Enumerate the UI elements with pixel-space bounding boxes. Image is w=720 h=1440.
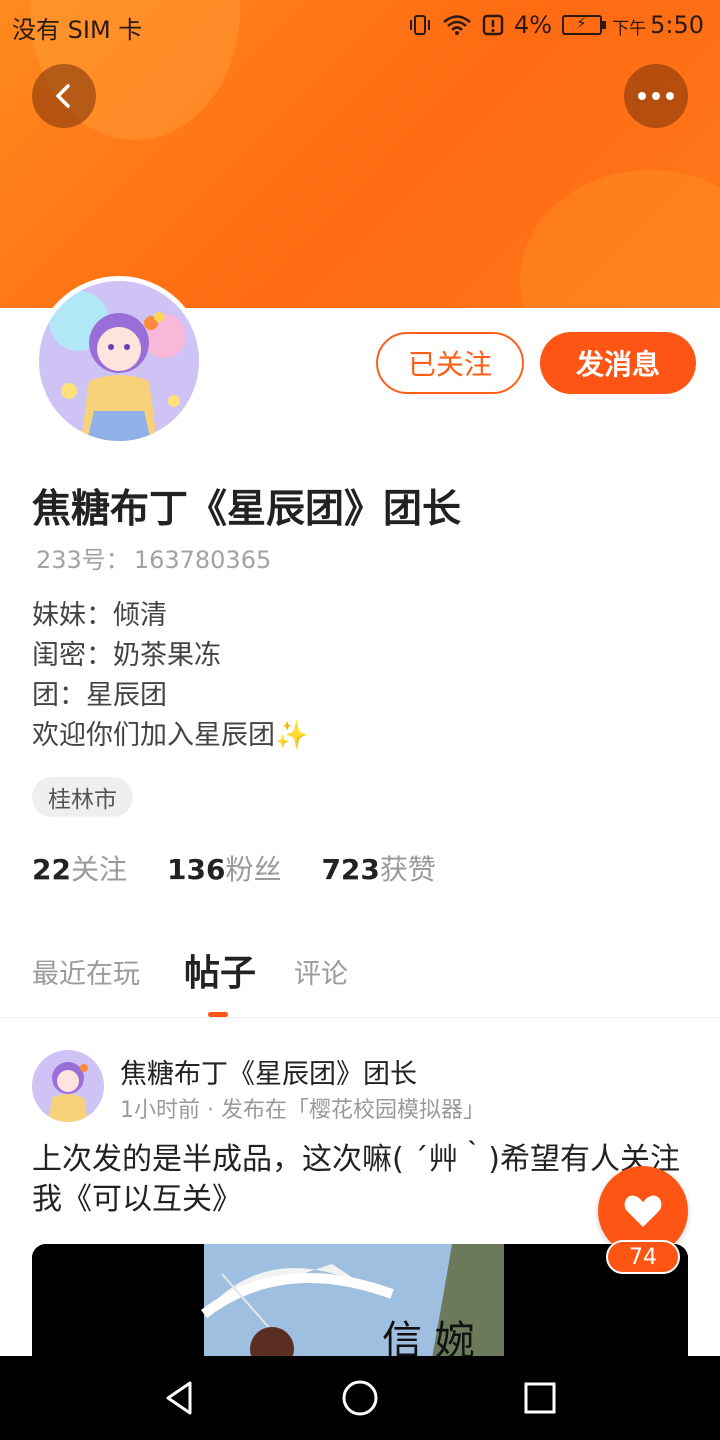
nav-home-button[interactable] [338, 1376, 382, 1420]
vibrate-icon [410, 14, 431, 35]
followed-button[interactable]: 已关注 [376, 332, 524, 394]
bio-line: 欢迎你们加入星辰团 [32, 720, 275, 751]
stat-number: 723 [321, 853, 380, 886]
profile-bio: 妹妹：倾清 闺密：奶茶果冻 团：星辰团 欢迎你们加入星辰团✨ [32, 596, 309, 756]
carrier-text: 没有 SIM 卡 [12, 16, 143, 44]
tab-posts[interactable]: 帖子 [184, 944, 256, 996]
bio-line: 团：星辰团 [32, 680, 167, 711]
user-id-value: 163780365 [133, 546, 272, 574]
user-id: 233号： 163780365 [32, 540, 271, 575]
profile-tabs: 最近在玩 帖子 评论 [0, 940, 720, 1018]
location-tag[interactable]: 桂林市 [32, 777, 133, 817]
bio-line-last: 欢迎你们加入星辰团✨ [32, 716, 309, 756]
avatar[interactable] [34, 276, 204, 446]
more-dots-icon [638, 92, 674, 100]
square-recents-icon [524, 1382, 556, 1414]
stat-following[interactable]: 22关注 [32, 848, 127, 888]
back-button[interactable] [32, 64, 96, 128]
stat-likes[interactable]: 723获赞 [321, 848, 435, 888]
post-author-avatar[interactable] [32, 1050, 104, 1122]
post-text[interactable]: 上次发的是半成品，这次嘛( ´艸｀)希望有人关注我《可以互关》 [32, 1140, 692, 1220]
active-tab-indicator [208, 1012, 228, 1017]
post-avatar-image [32, 1050, 104, 1122]
send-message-button[interactable]: 发消息 [540, 332, 696, 394]
svg-text:信 婉: 信 婉 [382, 1318, 475, 1358]
user-id-label: 233号： [36, 546, 130, 574]
alert-icon [482, 14, 504, 35]
bio-line: 闺密：奶茶果冻 [32, 640, 221, 671]
time-ampm: 下午 [612, 19, 647, 39]
status-icons: 4% ⚡ 下午 5:50 [408, 10, 704, 39]
stat-number: 136 [166, 853, 226, 886]
stat-number: 22 [32, 853, 71, 886]
sparkle-icon: ✨ [275, 720, 309, 751]
tab-comments[interactable]: 评论 [294, 952, 348, 991]
banner-decoration [520, 170, 720, 310]
bio-line: 妹妹：倾清 [32, 600, 167, 631]
post-media[interactable]: 信 婉 [32, 1244, 688, 1358]
stat-label: 关注 [70, 853, 127, 886]
nav-back-button[interactable] [158, 1376, 202, 1420]
heart-icon [624, 1195, 662, 1227]
more-button[interactable] [624, 64, 688, 128]
stat-label: 获赞 [379, 853, 436, 886]
nav-recents-button[interactable] [518, 1376, 562, 1420]
wifi-icon [443, 14, 471, 35]
profile-stats: 22关注 136粉丝 723获赞 [32, 848, 436, 888]
triangle-back-icon [166, 1381, 192, 1415]
battery-percent: 4% [514, 10, 553, 39]
post-author-name[interactable]: 焦糖布丁《星辰团》团长 [120, 1052, 417, 1091]
battery-icon: ⚡ [562, 14, 607, 35]
stat-label: 粉丝 [225, 853, 282, 886]
avatar-image [39, 281, 199, 441]
clock: 5:50 [650, 10, 704, 39]
chevron-left-icon [56, 84, 70, 108]
post-image: 信 婉 [32, 1244, 688, 1358]
post-meta: 1小时前 · 发布在「樱花校园模拟器」 [120, 1098, 485, 1123]
profile-name: 焦糖布丁《星辰团》团长 [32, 487, 462, 532]
like-count: 74 [606, 1240, 680, 1274]
status-bar: 没有 SIM 卡 4% ⚡ 下午 5:50 [0, 0, 720, 50]
tab-recently-played[interactable]: 最近在玩 [32, 952, 140, 991]
stat-followers[interactable]: 136粉丝 [167, 848, 281, 888]
circle-home-icon [342, 1380, 378, 1416]
system-nav-bar [0, 1356, 720, 1440]
